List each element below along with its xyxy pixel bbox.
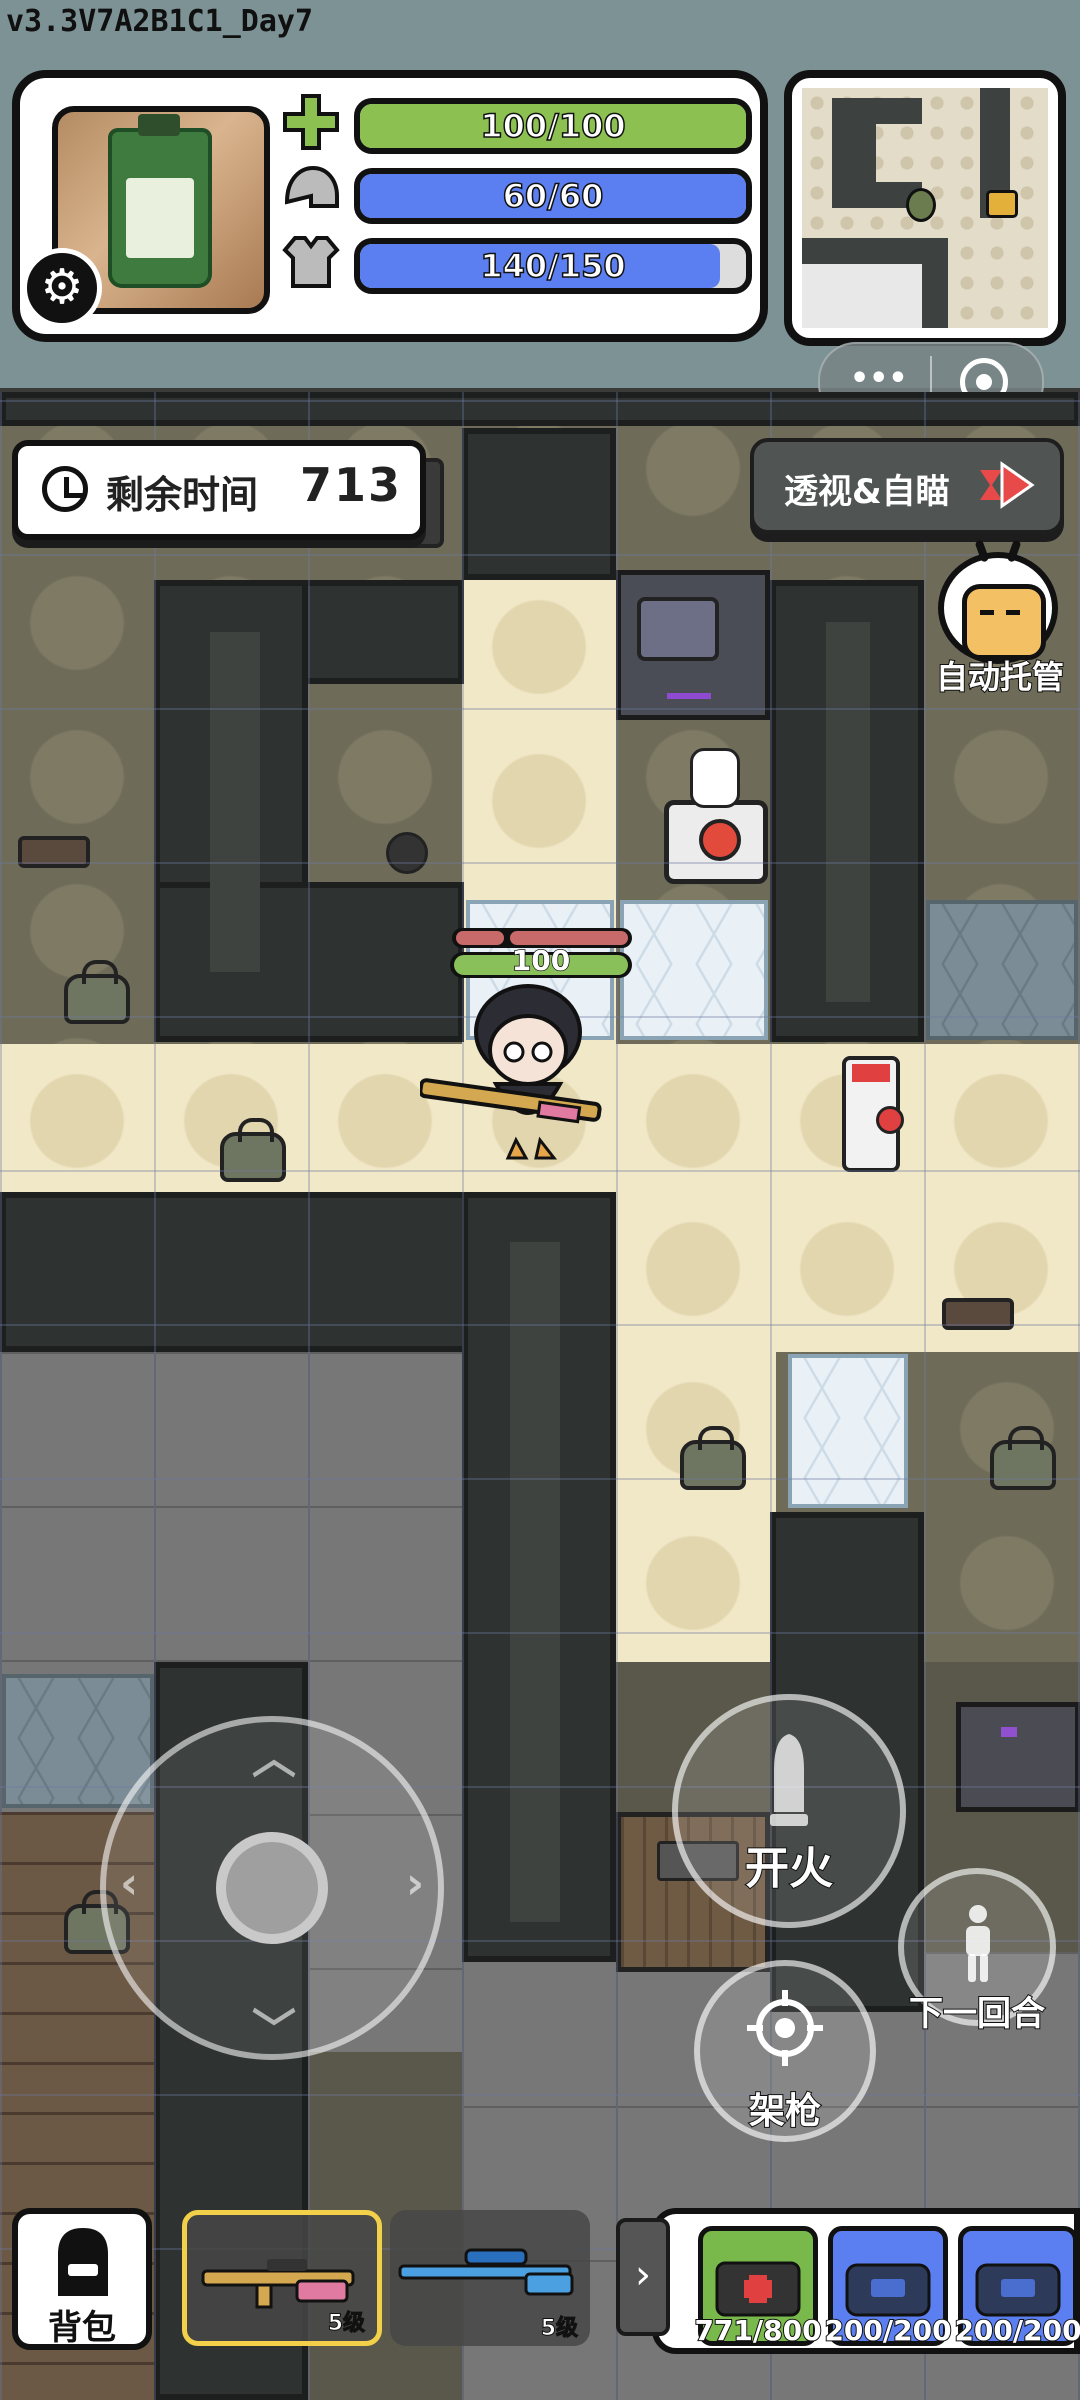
armor-repair-icon xyxy=(975,2263,1061,2317)
medkit-icon xyxy=(715,2261,801,2317)
fire-button[interactable]: 开火 xyxy=(672,1694,906,1928)
helmet-repair-slot[interactable]: 200/200 xyxy=(823,2226,953,2348)
fire-label: 开火 xyxy=(744,1842,834,1895)
remaining-time-panel: 剩余时间 713 xyxy=(12,440,426,540)
clock-icon xyxy=(42,466,88,512)
player-hp-value: 100 xyxy=(511,943,571,978)
loot-case[interactable] xyxy=(942,1298,1014,1330)
helmet-value: 60/60 xyxy=(502,176,604,216)
movement-joystick[interactable]: ︿ ﹀ ‹ › xyxy=(100,1716,444,2060)
joystick-knob[interactable] xyxy=(216,1832,328,1944)
game-map[interactable] xyxy=(0,392,1080,2400)
supply-bar: 771/800 200/200 200/200 xyxy=(652,2208,1080,2354)
purple-crate[interactable] xyxy=(956,1702,1080,1812)
ice-block xyxy=(788,1354,908,1508)
loot-bag[interactable] xyxy=(990,1426,1056,1490)
aim-label: 架枪 xyxy=(748,2090,822,2133)
health-cross-icon xyxy=(283,94,339,150)
crosshair-icon xyxy=(747,1990,823,2066)
timer-label: 剩余时间 xyxy=(106,473,259,517)
weapon-slot-2[interactable]: 5级 xyxy=(390,2210,590,2346)
xray-aimbot-label: 透视&自瞄 xyxy=(784,472,950,512)
down-chevron-icon: ﹀ xyxy=(252,2005,296,2056)
loot-bag[interactable] xyxy=(64,960,130,1024)
minimap-terrain xyxy=(802,88,1048,328)
loot-bag[interactable] xyxy=(680,1426,746,1490)
sniper-rifle-icon xyxy=(398,2248,574,2296)
helmet-repair-count: 200/200 xyxy=(823,2313,952,2348)
loot-case[interactable] xyxy=(18,836,90,868)
autopilot-label: 自动托管 xyxy=(935,657,1065,697)
timer-value: 713 xyxy=(300,458,403,512)
armor-value: 140/150 xyxy=(480,246,627,286)
extinguisher-item[interactable] xyxy=(842,1056,904,1172)
player-character xyxy=(420,984,602,1160)
bullet-icon xyxy=(770,1734,808,1826)
unicorn-figure xyxy=(690,748,740,808)
up-chevron-icon: ︿ xyxy=(252,1733,296,1784)
health-bar: 100/100 xyxy=(354,98,752,154)
medkit-count: 771/800 xyxy=(693,2313,822,2348)
armor-repair-slot[interactable]: 200/200 xyxy=(953,2226,1080,2348)
weapon-level: 5级 xyxy=(327,2311,365,2337)
loot-chest[interactable] xyxy=(664,800,768,884)
backpack-icon xyxy=(58,2228,108,2296)
loot-bag[interactable] xyxy=(220,1118,286,1182)
expand-supplies-button[interactable]: › xyxy=(616,2218,670,2336)
frosted-block xyxy=(926,900,1078,1040)
health-value: 100/100 xyxy=(480,106,627,146)
body-armor-icon xyxy=(282,236,340,288)
bottle-image xyxy=(108,114,212,288)
version-label: v3.3V7A2B1C1_Day7 xyxy=(6,4,314,39)
ammo-item[interactable] xyxy=(386,832,428,874)
ice-block xyxy=(620,900,768,1040)
minimap[interactable] xyxy=(784,70,1066,346)
right-chevron-icon: › xyxy=(406,1858,425,1909)
armor-bar: 140/150 xyxy=(354,238,752,294)
standing-person-icon xyxy=(966,1905,990,1982)
minimap-chest-icon xyxy=(986,190,1018,218)
helmet-bar: 60/60 xyxy=(354,168,752,224)
helmet-repair-icon xyxy=(845,2263,931,2317)
medkit-slot[interactable]: 771/800 xyxy=(693,2226,823,2348)
left-chevron-icon: ‹ xyxy=(120,1858,139,1909)
settings-gear-icon[interactable]: ⚙ xyxy=(22,248,102,328)
autopilot-button[interactable]: 自动托管 xyxy=(930,539,1070,697)
robot-face-icon xyxy=(938,539,1058,664)
weapon-level: 5级 xyxy=(540,2316,578,2342)
weapon-slot-1[interactable]: 5级 xyxy=(182,2210,382,2346)
safe-box[interactable] xyxy=(616,570,770,720)
minimap-player-icon xyxy=(906,188,936,222)
aim-button[interactable]: 架枪 xyxy=(694,1960,876,2142)
next-round-label: 下一回合 xyxy=(908,1993,1046,2035)
helmet-icon xyxy=(284,165,339,208)
red-arrow-icon xyxy=(980,461,1035,509)
status-panel: ⚙ 100/100 60/60 140/150 xyxy=(12,70,768,342)
armor-repair-count: 200/200 xyxy=(953,2313,1080,2348)
backpack-button[interactable]: 背包 xyxy=(12,2208,152,2350)
backpack-label: 背包 xyxy=(48,2308,116,2348)
xray-aimbot-button[interactable]: 透视&自瞄 xyxy=(750,438,1064,534)
